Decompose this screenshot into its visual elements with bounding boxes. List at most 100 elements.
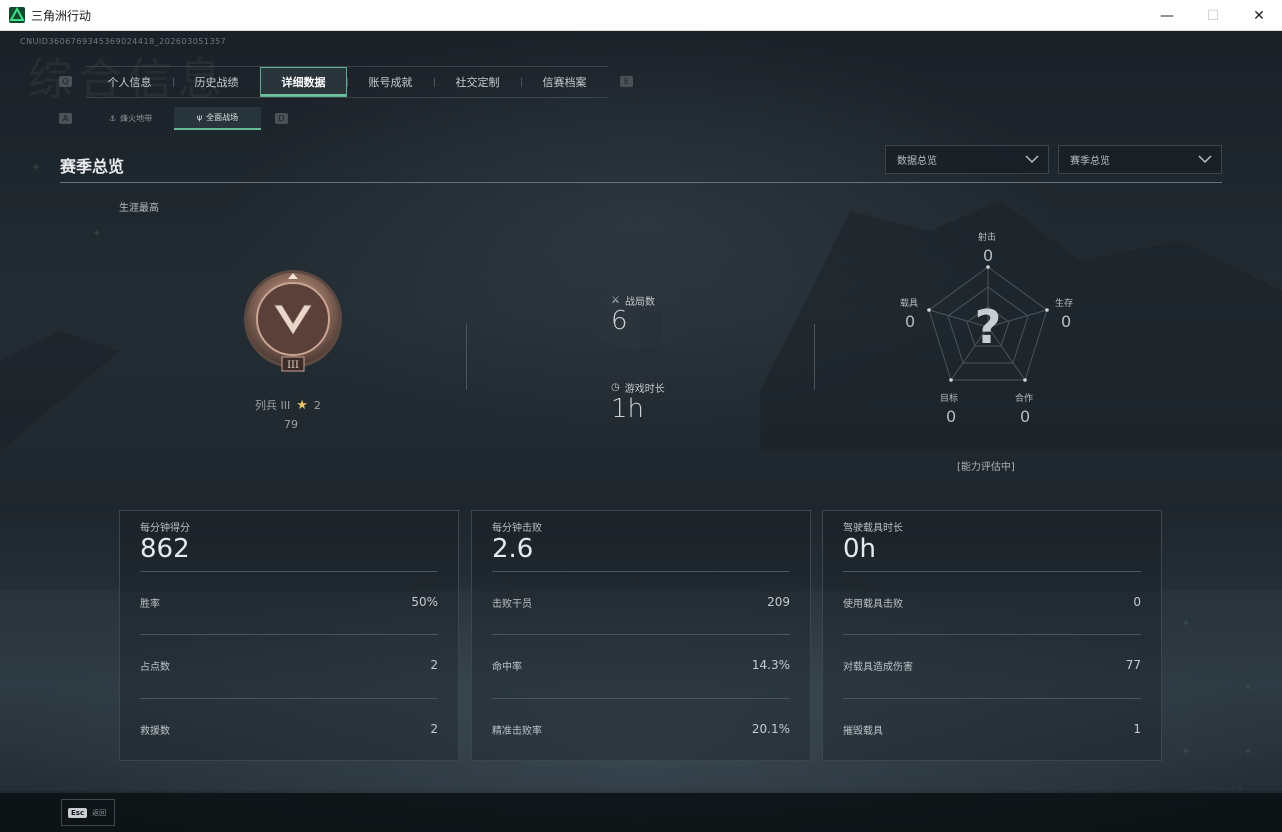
vertical-divider [814, 324, 815, 390]
career-best-label: 生涯最高 [119, 203, 159, 214]
dropdown-value: 数据总览 [897, 156, 937, 167]
rank-info: 列兵 III ★ 2 [255, 397, 321, 413]
radar-unknown-mark: ? [975, 300, 1002, 354]
radar-status: [能力评估中] [957, 462, 1015, 473]
rank-score: 79 [284, 418, 298, 431]
card-row: 使用载具击败 0 [843, 595, 1141, 610]
card-row: 占点数 2 [140, 658, 438, 673]
main-tab-bar: 个人信息 历史战绩 详细数据 账号成就 社交定制 信赛档案 [86, 66, 608, 98]
close-button[interactable]: ✕ [1236, 0, 1282, 31]
clock-icon: ◷ [611, 382, 620, 393]
season-overview-dropdown[interactable]: 赛季总览 [1058, 145, 1222, 174]
bottom-bar: Esc 返回 [0, 793, 1282, 832]
radar-label-teamwork: 合作 [1015, 394, 1034, 404]
back-button[interactable]: Esc 返回 [61, 799, 115, 826]
row-label: 对载具造成伤害 [843, 662, 913, 673]
card-row: 精准击败率 20.1% [492, 722, 790, 737]
radar-value-survival: 0 [1061, 312, 1072, 331]
subtab-label: 全面战场 [206, 113, 239, 122]
data-overview-dropdown[interactable]: 数据总览 [885, 145, 1049, 174]
vehicle-stats-card: 驾驶载具时长 0h 使用载具击败 0 对载具造成伤害 77 摧毁载具 1 [822, 510, 1162, 761]
radar-label-survival: 生存 [1055, 299, 1074, 309]
card-divider [843, 634, 1141, 635]
row-label: 占点数 [140, 662, 170, 673]
star-icon: ★ [296, 397, 308, 413]
subtab-hazard-zone[interactable]: ⚓ 烽火地带 [87, 107, 174, 130]
card-divider [843, 698, 1141, 699]
tab-history[interactable]: 历史战绩 [173, 67, 260, 97]
card-row: 摧毁载具 1 [843, 722, 1141, 737]
chevron-down-icon [1198, 155, 1212, 164]
vertical-divider [466, 324, 467, 390]
tab-achievements[interactable]: 账号成就 [347, 67, 434, 97]
row-value: 1 [1133, 722, 1141, 736]
radar-value-shooting: 0 [983, 246, 994, 265]
card-row: 胜率 50% [140, 595, 438, 610]
row-value: 77 [1125, 658, 1141, 672]
card-main-value: 0h [843, 534, 877, 564]
score-stats-card: 每分钟得分 862 胜率 50% 占点数 2 救援数 2 [119, 510, 459, 761]
card-row: 对载具造成伤害 77 [843, 658, 1141, 673]
minimize-button[interactable]: — [1144, 0, 1190, 31]
card-title: 驾驶载具时长 [843, 523, 903, 534]
subtab-full-battlefield[interactable]: ψ 全面战场 [174, 107, 261, 130]
card-divider [843, 571, 1141, 572]
radar-value-objective: 0 [946, 407, 957, 426]
row-label: 救援数 [140, 726, 170, 737]
sub-tab-bar: ⚓ 烽火地带 ψ 全面战场 [87, 107, 261, 130]
radar-value-vehicle: 0 [905, 312, 916, 331]
row-value: 20.1% [751, 722, 790, 736]
card-row: 击败干员 209 [492, 595, 790, 610]
card-divider [492, 698, 790, 699]
card-divider [492, 571, 790, 572]
tab-profile[interactable]: 个人信息 [86, 67, 173, 97]
chevron-down-icon [1025, 155, 1039, 164]
rank-name: 列兵 III [255, 399, 291, 412]
matches-label-text: 战局数 [624, 297, 655, 308]
radar-label-shooting: 射击 [978, 233, 997, 243]
row-label: 摧毁载具 [843, 726, 883, 737]
card-title: 每分钟得分 [140, 523, 190, 534]
app-logo-icon [9, 7, 25, 23]
window-titlebar: 三角洲行动 — ☐ ✕ [0, 0, 1282, 31]
section-divider [60, 182, 1222, 183]
card-divider [492, 634, 790, 635]
key-hint-e: E [620, 76, 633, 87]
row-label: 胜率 [140, 599, 160, 610]
tab-records[interactable]: 信赛档案 [521, 67, 608, 97]
row-label: 命中率 [492, 662, 522, 673]
card-divider [140, 571, 438, 572]
tab-detailed-data[interactable]: 详细数据 [260, 67, 347, 97]
key-hint-a: A [59, 113, 72, 124]
row-value: 50% [411, 595, 438, 609]
dropdown-value: 赛季总览 [1070, 156, 1110, 167]
row-value: 2 [430, 722, 438, 736]
playtime-label: ◷ 游戏时长 [611, 380, 665, 395]
card-row: 命中率 14.3% [492, 658, 790, 673]
tab-social[interactable]: 社交定制 [434, 67, 521, 97]
kill-stats-card: 每分钟击败 2.6 击败干员 209 命中率 14.3% 精准击败率 20.1% [471, 510, 811, 761]
maximize-button[interactable]: ☐ [1190, 0, 1236, 31]
rank-stars: 2 [313, 398, 321, 412]
crossed-swords-icon: ⚔ [611, 295, 620, 306]
subtab-label: 烽火地带 [120, 114, 153, 123]
card-main-value: 2.6 [492, 534, 534, 564]
card-title: 每分钟击败 [492, 523, 542, 534]
row-label: 使用载具击败 [843, 599, 903, 610]
row-value: 14.3% [751, 658, 790, 672]
card-row: 救援数 2 [140, 722, 438, 737]
row-value: 2 [430, 658, 438, 672]
row-label: 精准击败率 [492, 726, 542, 737]
back-label: 返回 [92, 808, 107, 817]
matches-value: 6 [611, 306, 628, 336]
row-value: 0 [1133, 595, 1141, 609]
row-label: 击败干员 [492, 599, 532, 610]
card-divider [140, 634, 438, 635]
card-main-value: 862 [140, 534, 190, 564]
row-value: 209 [767, 595, 790, 609]
radar-label-vehicle: 载具 [900, 299, 919, 309]
radar-value-teamwork: 0 [1020, 407, 1031, 426]
anchor-icon: ⚓ [108, 114, 117, 123]
badge-numeral: III [287, 360, 299, 371]
page-title: 赛季总览 [60, 157, 125, 176]
